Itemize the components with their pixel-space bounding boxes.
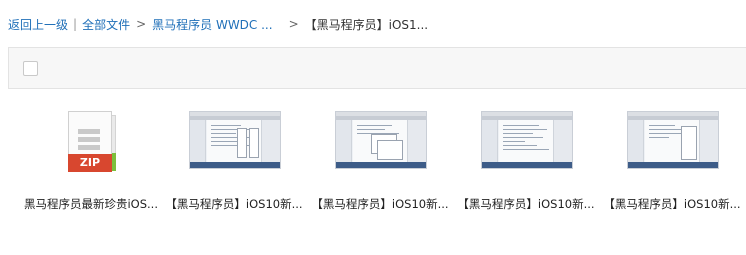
breadcrumb-divider: | [73,17,78,31]
current-folder: 【黑马程序员】iOS1... [304,17,429,32]
image-thumbnail[interactable] [189,111,281,171]
file-item[interactable]: 【黑马程序员】iOS10新... [599,100,745,220]
back-link[interactable]: 返回上一级 [8,16,68,33]
select-all-checkbox[interactable] [23,61,38,76]
image-thumbnail[interactable] [335,111,427,171]
breadcrumb-arrow: > [288,17,299,31]
file-name[interactable]: 黑马程序员最新珍贵iOS... [18,196,164,212]
file-item[interactable]: 【黑马程序员】iOS10新... [453,100,599,220]
file-item[interactable]: 【黑马程序员】iOS10新... [161,100,307,220]
zip-file-icon[interactable]: ZIP [66,111,118,175]
file-toolbar [8,47,746,89]
zip-badge: ZIP [68,154,112,172]
breadcrumb-arrow: > [136,17,147,31]
breadcrumb: 返回上一级 | 全部文件 > 黑马程序员 WWDC ... > 【黑马程序员】i… [8,14,428,34]
file-name[interactable]: 【黑马程序员】iOS10新... [307,196,453,212]
file-item[interactable]: ZIP 黑马程序员最新珍贵iOS... [2,100,158,220]
file-name[interactable]: 【黑马程序员】iOS10新... [453,196,599,212]
image-thumbnail[interactable] [481,111,573,171]
all-files-link[interactable]: 全部文件 [82,16,130,33]
file-grid: ZIP 黑马程序员最新珍贵iOS... 【黑马程序员】iOS10新... 【黑马… [0,100,746,230]
image-thumbnail[interactable] [627,111,719,171]
file-name[interactable]: 【黑马程序员】iOS10新... [599,196,745,212]
file-item[interactable]: 【黑马程序员】iOS10新... [307,100,453,220]
folder-link[interactable]: 黑马程序员 WWDC ... [152,16,272,33]
file-name[interactable]: 【黑马程序员】iOS10新... [161,196,307,212]
